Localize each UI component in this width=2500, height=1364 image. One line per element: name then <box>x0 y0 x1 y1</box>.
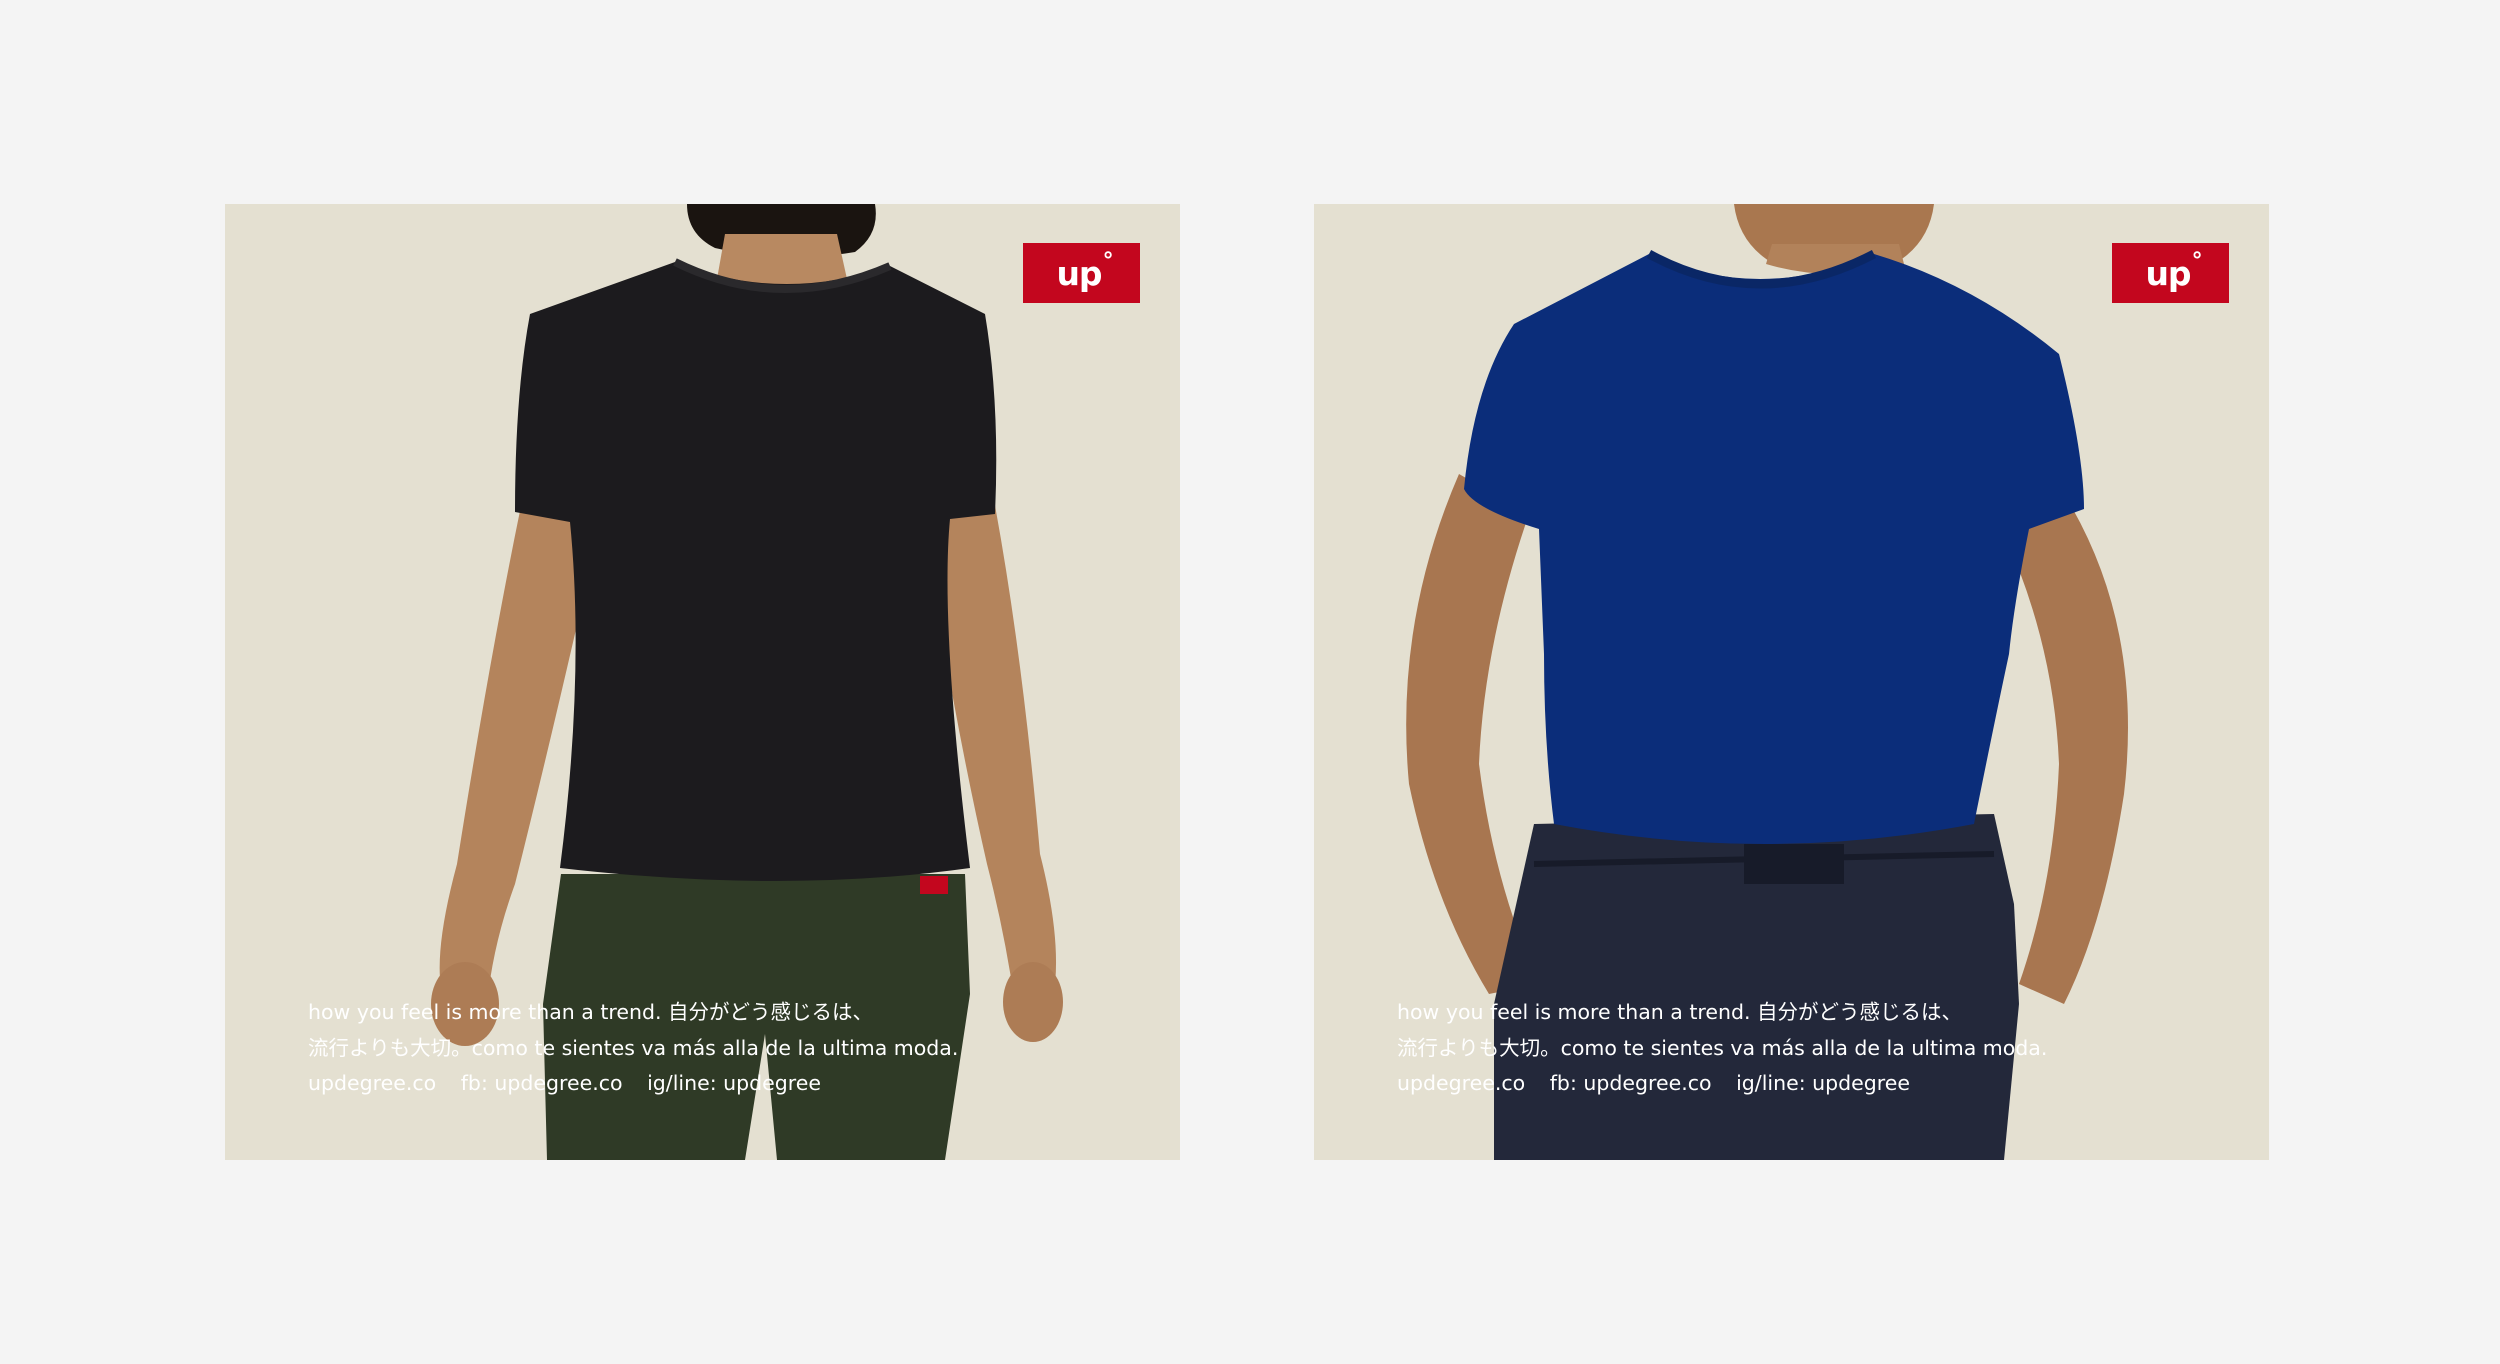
website-link[interactable]: updegree.co <box>1397 1071 1525 1095</box>
facebook-link[interactable]: fb: updegree.co <box>1550 1071 1712 1095</box>
caption-links: updegree.co fb: updegree.co ig/line: upd… <box>1397 1066 2217 1102</box>
instagram-line-link[interactable]: ig/line: updegree <box>647 1071 821 1095</box>
caption-line-2: 流行よりも大切。como te sientes va más alla de l… <box>1397 1035 2048 1060</box>
brand-logo: up ° <box>1023 243 1140 303</box>
product-card-black-tee: up ° how you feel is more than a trend. 自… <box>225 204 1180 1160</box>
caption-block: how you feel is more than a trend. 自分がどう… <box>308 995 1128 1102</box>
brand-logo: up ° <box>2112 243 2229 303</box>
caption-line-1: how you feel is more than a trend. 自分がどう… <box>308 1000 874 1024</box>
instagram-line-link[interactable]: ig/line: updegree <box>1736 1071 1910 1095</box>
caption-line-1: how you feel is more than a trend. 自分がどう… <box>1397 1000 1963 1024</box>
facebook-link[interactable]: fb: updegree.co <box>461 1071 623 1095</box>
caption-links: updegree.co fb: updegree.co ig/line: upd… <box>308 1066 1128 1102</box>
website-link[interactable]: updegree.co <box>308 1071 436 1095</box>
caption-block: how you feel is more than a trend. 自分がどう… <box>1397 995 2217 1102</box>
caption-line-2: 流行よりも大切。como te sientes va más alla de l… <box>308 1035 959 1060</box>
product-card-blue-tee: up ° how you feel is more than a trend. 自… <box>1314 204 2269 1160</box>
